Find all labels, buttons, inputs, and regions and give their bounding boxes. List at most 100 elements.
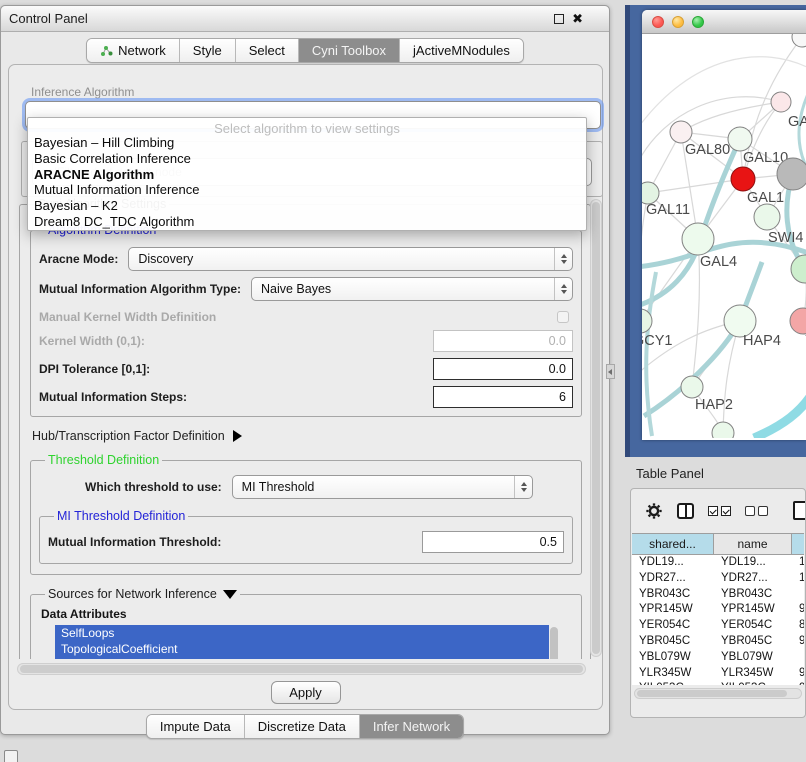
network-edge[interactable] bbox=[648, 179, 743, 193]
network-window-frame: GALGAL80GAL10GAL1GAL11GAL4SWI4GCY1HAP4YH… bbox=[625, 5, 806, 457]
column-header[interactable]: name bbox=[714, 534, 792, 554]
table-horizontal-scrollbar[interactable] bbox=[634, 688, 802, 699]
table-cell: YBR043C bbox=[714, 587, 792, 603]
settings-vertical-scrollbar[interactable] bbox=[590, 199, 602, 657]
aracne-mode-select[interactable]: Discovery bbox=[128, 247, 573, 271]
mi-type-select[interactable]: Naive Bayes bbox=[251, 277, 573, 301]
network-node-SWI4[interactable] bbox=[754, 204, 780, 230]
column-header[interactable] bbox=[792, 534, 804, 554]
table-cell: YBR045C bbox=[714, 634, 792, 650]
settings-horizontal-scrollbar[interactable] bbox=[17, 663, 586, 675]
control-panel-content: Inference Algorithm galFiltered.sif defa… bbox=[8, 64, 603, 710]
close-icon[interactable]: ✖ bbox=[572, 14, 583, 24]
table-cell: 9. bbox=[792, 602, 804, 618]
manual-kernel-checkbox[interactable] bbox=[557, 311, 569, 323]
sources-group: Sources for Network Inference Data Attri… bbox=[30, 587, 582, 659]
network-node-HAP2[interactable] bbox=[681, 376, 703, 398]
network-node-GAL4[interactable] bbox=[682, 223, 714, 255]
dpi-tolerance-field[interactable] bbox=[433, 358, 573, 380]
table-header: shared...name bbox=[632, 533, 804, 555]
network-node-cut-top[interactable] bbox=[792, 34, 806, 47]
table-cell: YDR27... bbox=[632, 571, 714, 587]
algorithm-option[interactable]: ARACNE Algorithm bbox=[28, 167, 586, 183]
panel-divider-handle[interactable] bbox=[606, 364, 615, 379]
algorithm-option[interactable]: Bayesian – K2 bbox=[28, 198, 586, 214]
table-row[interactable]: YDR27...YDR27...12 bbox=[632, 571, 804, 587]
settings-gear-icon[interactable] bbox=[645, 502, 663, 520]
table-row[interactable]: YIL053CYIL053C9. bbox=[632, 681, 804, 685]
apply-button[interactable]: Apply bbox=[271, 681, 341, 704]
network-node-GAL11[interactable] bbox=[642, 182, 659, 204]
mi-steps-field[interactable] bbox=[433, 386, 573, 408]
table-row[interactable]: YLR345WYLR345W9. bbox=[632, 666, 804, 682]
attribute-item[interactable]: TopologicalCoefficient bbox=[55, 641, 559, 657]
algorithm-option[interactable]: Mutual Information Inference bbox=[28, 182, 586, 198]
table-row[interactable]: YBR045CYBR045C9. bbox=[632, 634, 804, 650]
select-all-icon[interactable] bbox=[708, 506, 731, 516]
network-edge[interactable] bbox=[642, 139, 740, 306]
network-node-salmon-right[interactable] bbox=[790, 308, 806, 334]
network-canvas[interactable]: GALGAL80GAL10GAL1GAL11GAL4SWI4GCY1HAP4YH… bbox=[642, 34, 806, 440]
tab-discretize-data[interactable]: Discretize Data bbox=[245, 715, 360, 738]
data-attributes-list[interactable]: SelfLoopsTopologicalCoefficientBetweenne… bbox=[55, 625, 559, 659]
aracne-mode-value: Discovery bbox=[138, 252, 193, 266]
tab-network[interactable]: Network bbox=[87, 39, 180, 62]
dpi-tolerance-label: DPI Tolerance [0,1]: bbox=[39, 362, 150, 376]
algorithm-option[interactable]: Bayesian – Hill Climbing bbox=[28, 135, 586, 151]
table-row[interactable]: YBR043CYBR043C bbox=[632, 587, 804, 603]
table-row[interactable]: YDL19...YDL19...13 bbox=[632, 555, 804, 571]
network-node-GAL1[interactable] bbox=[731, 167, 755, 191]
table-cell: YIL053C bbox=[714, 681, 792, 685]
float-window-icon[interactable] bbox=[554, 14, 564, 24]
tab-select[interactable]: Select bbox=[236, 39, 299, 62]
collapsed-panel-icon[interactable] bbox=[4, 750, 18, 762]
network-node-pink-top[interactable] bbox=[771, 92, 791, 112]
table-row[interactable]: YBL079WYBL079W bbox=[632, 650, 804, 666]
hub-definition-expander[interactable]: Hub/Transcription Factor Definition bbox=[32, 429, 584, 443]
tab-cyni-toolbox[interactable]: Cyni Toolbox bbox=[299, 39, 400, 62]
settings-viewport: Cyni Algorithm Settings Algorithm Defini… bbox=[19, 197, 591, 659]
split-columns-icon[interactable] bbox=[677, 503, 694, 519]
table-cell: YER054C bbox=[714, 618, 792, 634]
node-label-HAP4: HAP4 bbox=[743, 333, 781, 349]
tab-style[interactable]: Style bbox=[180, 39, 236, 62]
minimize-traffic-light-icon[interactable] bbox=[672, 16, 684, 28]
stepper-arrows-icon bbox=[514, 476, 532, 498]
tab-label: Network bbox=[118, 43, 166, 58]
tab-jactivemnodules[interactable]: jActiveMNodules bbox=[400, 39, 523, 62]
which-threshold-select[interactable]: MI Threshold bbox=[232, 475, 533, 499]
manual-kernel-label: Manual Kernel Width Definition bbox=[39, 310, 216, 324]
kernel-width-field[interactable] bbox=[433, 330, 573, 352]
network-node-gray-node[interactable] bbox=[777, 158, 806, 190]
column-header[interactable]: shared... bbox=[632, 534, 714, 554]
page-icon[interactable] bbox=[793, 501, 805, 520]
network-edge[interactable] bbox=[681, 102, 781, 132]
mi-threshold-field[interactable] bbox=[422, 531, 564, 553]
deselect-all-icon[interactable] bbox=[745, 506, 768, 516]
table-row[interactable]: YER054CYER054C8. bbox=[632, 618, 804, 634]
network-node-green-right[interactable] bbox=[791, 255, 806, 283]
table-body: YDL19...YDL19...13YDR27...YDR27...12YBR0… bbox=[632, 555, 804, 685]
zoom-traffic-light-icon[interactable] bbox=[692, 16, 704, 28]
table-cell: YBL079W bbox=[632, 650, 714, 666]
close-traffic-light-icon[interactable] bbox=[652, 16, 664, 28]
network-node-cut-bottom[interactable] bbox=[712, 422, 734, 438]
node-label-HAP2: HAP2 bbox=[695, 397, 733, 413]
table-cell: 9. bbox=[792, 681, 804, 685]
network-node-GAL10[interactable] bbox=[728, 127, 752, 151]
algorithm-option[interactable]: Basic Correlation Inference bbox=[28, 151, 586, 167]
network-node-GAL80[interactable] bbox=[670, 121, 692, 143]
collapse-down-icon[interactable] bbox=[223, 590, 237, 599]
table-row[interactable]: YPR145WYPR145W9. bbox=[632, 602, 804, 618]
algorithm-option[interactable]: Dream8 DC_TDC Algorithm bbox=[28, 214, 586, 230]
tab-impute-data[interactable]: Impute Data bbox=[147, 715, 245, 738]
algorithm-popup-placeholder: Select algorithm to view settings bbox=[28, 118, 586, 135]
tab-infer-network[interactable]: Infer Network bbox=[360, 715, 463, 738]
network-edge[interactable] bbox=[754, 389, 806, 438]
attribute-item[interactable]: SelfLoops bbox=[55, 625, 559, 641]
table-cell: YBR045C bbox=[632, 634, 714, 650]
table-cell: 9. bbox=[792, 634, 804, 650]
attribute-item[interactable]: BetweennessCentrality bbox=[55, 657, 559, 659]
attributes-scrollbar[interactable] bbox=[549, 625, 559, 659]
top-tabstrip: Network StyleSelectCyni ToolboxjActiveMNo… bbox=[1, 38, 609, 63]
